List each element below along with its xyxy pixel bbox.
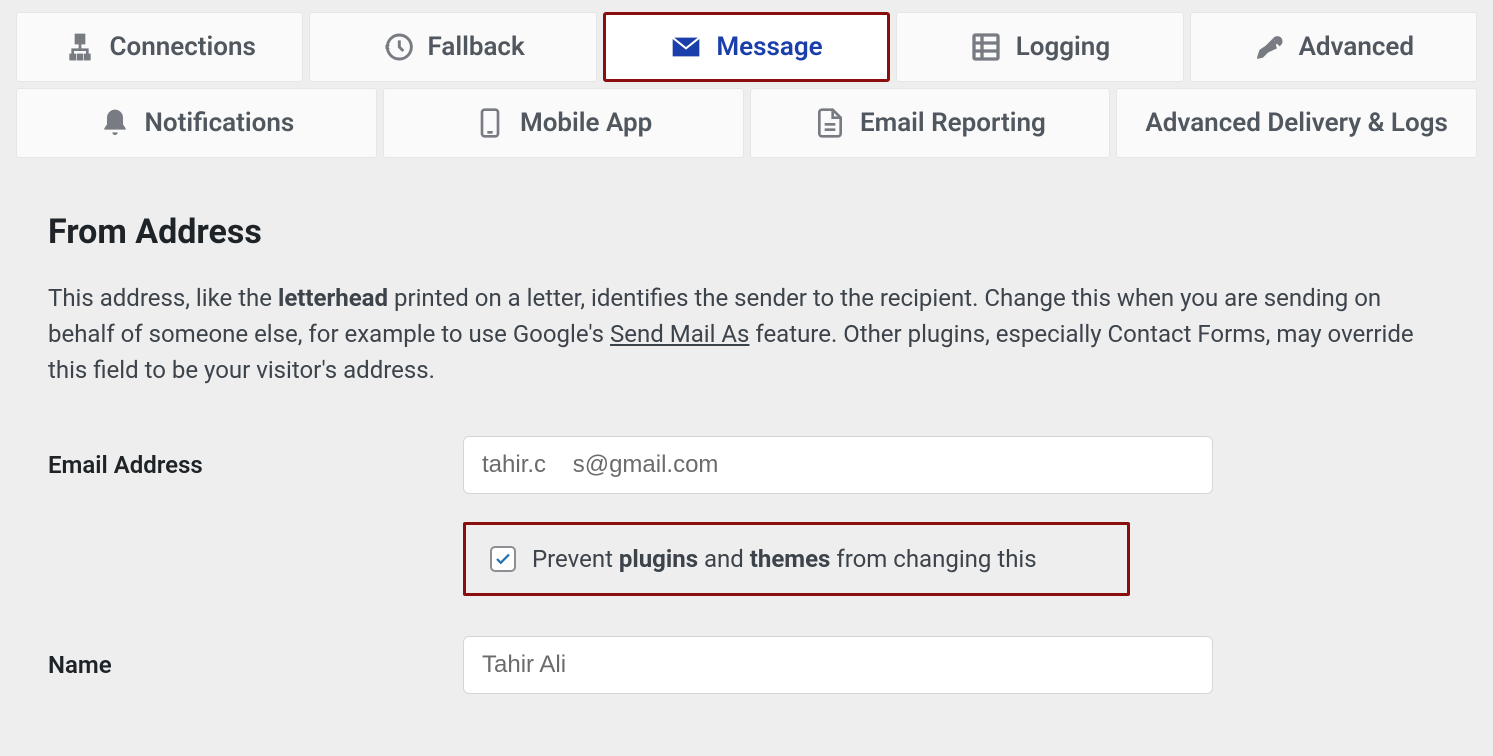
tabs-row-1: Connections Fallback Message Logging Adv…: [16, 12, 1477, 82]
email-address-row: Email Address: [48, 436, 1445, 494]
tab-notifications[interactable]: Notifications: [16, 88, 377, 158]
document-icon: [814, 107, 846, 139]
tab-logging[interactable]: Logging: [896, 12, 1183, 82]
tab-label: Logging: [1016, 32, 1110, 62]
name-label: Name: [48, 651, 463, 679]
name-input[interactable]: [463, 636, 1213, 694]
envelope-icon: [670, 31, 702, 63]
tab-message[interactable]: Message: [603, 12, 890, 82]
tab-label: Advanced: [1299, 32, 1415, 62]
history-icon: [382, 31, 414, 63]
tab-label: Notifications: [145, 108, 295, 138]
tab-advanced[interactable]: Advanced: [1190, 12, 1477, 82]
network-icon: [64, 31, 96, 63]
tab-label: Fallback: [428, 32, 525, 62]
tab-label: Email Reporting: [860, 108, 1046, 138]
checkbox-highlight-box: Prevent plugins and themes from changing…: [463, 522, 1130, 596]
tab-advanced-delivery-logs[interactable]: Advanced Delivery & Logs: [1116, 88, 1477, 158]
send-mail-as-link[interactable]: Send Mail As: [610, 320, 749, 348]
email-address-label: Email Address: [48, 451, 463, 479]
tabs-row-2: Notifications Mobile App Email Reporting…: [16, 88, 1477, 158]
tab-label: Advanced Delivery & Logs: [1145, 108, 1447, 138]
prevent-override-row: Prevent plugins and themes from changing…: [463, 522, 1445, 596]
content-area: From Address This address, like the lett…: [0, 164, 1493, 694]
bell-icon: [99, 107, 131, 139]
list-icon: [970, 31, 1002, 63]
tab-label: Message: [716, 32, 822, 62]
wrench-icon: [1253, 31, 1285, 63]
tab-label: Connections: [110, 32, 256, 62]
tab-fallback[interactable]: Fallback: [309, 12, 596, 82]
tab-connections[interactable]: Connections: [16, 12, 303, 82]
tab-label: Mobile App: [520, 108, 652, 138]
tab-email-reporting[interactable]: Email Reporting: [750, 88, 1111, 158]
tabs-container: Connections Fallback Message Logging Adv…: [0, 0, 1493, 158]
section-description: This address, like the letterhead printe…: [48, 280, 1445, 388]
prevent-override-checkbox[interactable]: [490, 546, 516, 572]
name-row: Name: [48, 636, 1445, 694]
tab-mobile-app[interactable]: Mobile App: [383, 88, 744, 158]
prevent-override-label[interactable]: Prevent plugins and themes from changing…: [532, 545, 1037, 573]
email-address-input[interactable]: [463, 436, 1213, 494]
phone-icon: [474, 107, 506, 139]
section-title: From Address: [48, 212, 1445, 252]
